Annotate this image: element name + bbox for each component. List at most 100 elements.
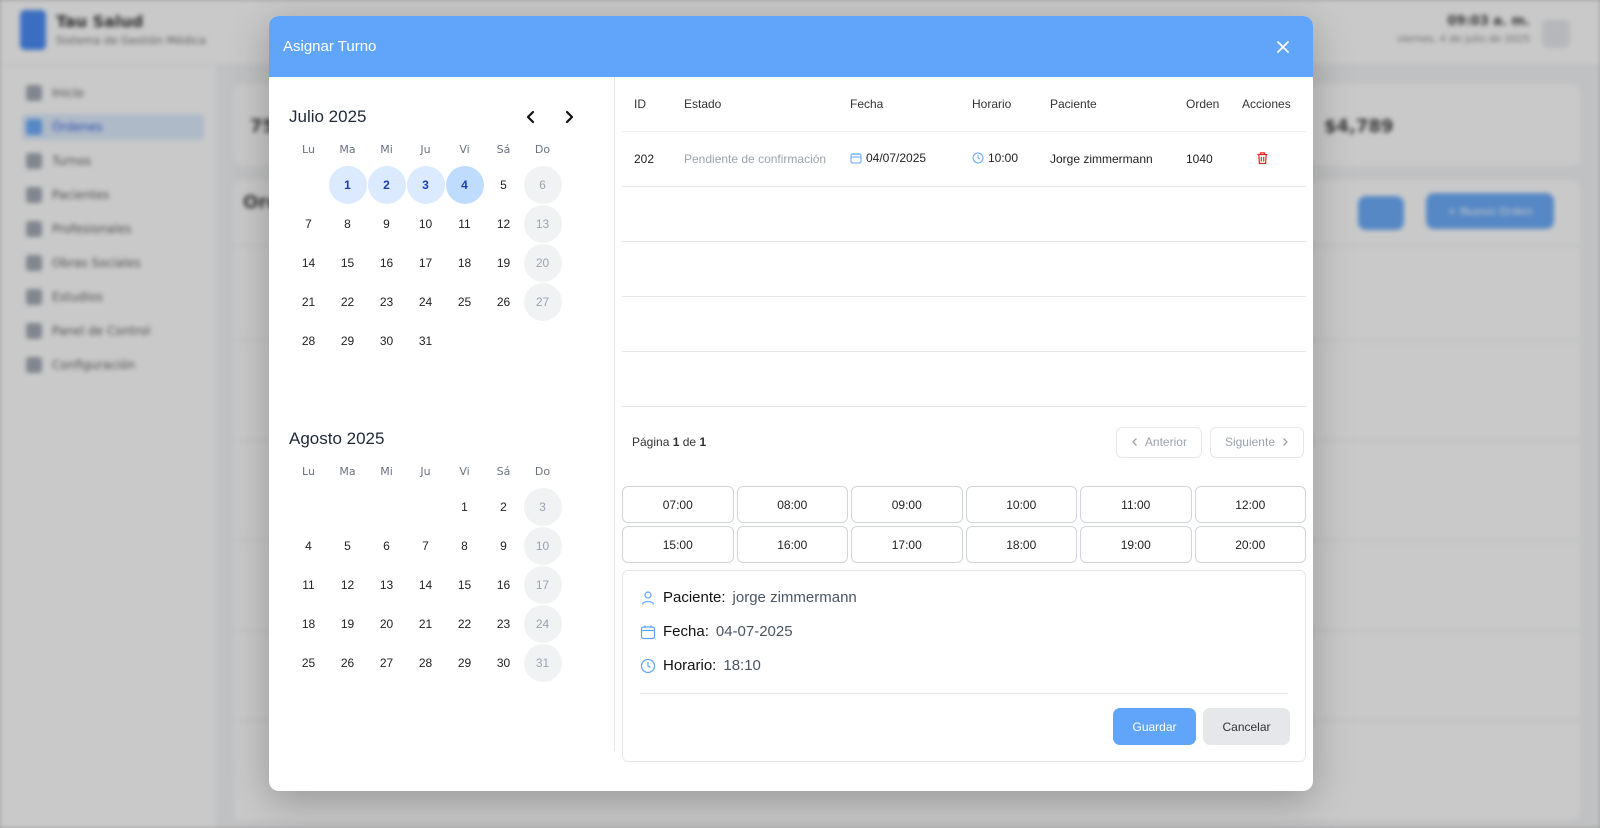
calendar-day[interactable]: 23 (484, 604, 523, 643)
calendar-day[interactable]: 15 (445, 565, 484, 604)
calendar-day[interactable]: 15 (328, 243, 367, 282)
calendar-day[interactable]: 22 (328, 282, 367, 321)
calendar-day-number: 11 (458, 216, 471, 231)
calendar-day[interactable]: 9 (367, 204, 406, 243)
prev-month-button[interactable] (521, 107, 541, 127)
time-slot-button[interactable]: 07:00 (622, 486, 734, 523)
calendar-day[interactable]: 8 (445, 526, 484, 565)
calendar-day[interactable]: 21 (406, 604, 445, 643)
calendar-day[interactable]: 25 (445, 282, 484, 321)
weekday-header: Lu Ma Mi Ju Vi Sá Do (289, 465, 579, 487)
calendar-day[interactable]: 14 (289, 243, 328, 282)
calendar-day[interactable]: 1 (328, 165, 367, 204)
calendar-day-number: 8 (461, 538, 468, 553)
time-slot-button[interactable]: 12:00 (1194, 486, 1306, 523)
calendar-day[interactable]: 6 (367, 526, 406, 565)
trash-icon (1257, 151, 1268, 164)
calendar-day[interactable]: 17 (406, 243, 445, 282)
clock-icon (640, 658, 656, 673)
next-page-button[interactable]: Siguiente (1209, 426, 1304, 458)
calendar-blank (406, 487, 445, 526)
prev-page-button[interactable]: Anterior (1115, 426, 1202, 458)
calendar-day[interactable]: 28 (289, 321, 328, 360)
calendar-day[interactable]: 10 (406, 204, 445, 243)
calendar-day[interactable]: 2 (367, 165, 406, 204)
calendar-day-number: 4 (305, 538, 312, 553)
calendar-day[interactable]: 5 (484, 165, 523, 204)
calendar-day-number: 26 (496, 294, 511, 309)
calendar-header: Agosto 2025 (289, 419, 579, 459)
calendar-day[interactable]: 1 (445, 487, 484, 526)
calendar-day[interactable]: 19 (328, 604, 367, 643)
time-slot-button[interactable]: 17:00 (851, 526, 963, 563)
calendar-day[interactable]: 18 (289, 604, 328, 643)
weekday-label: Ju (420, 143, 431, 156)
calendar-day[interactable]: 12 (328, 565, 367, 604)
chevron-left-icon (526, 110, 535, 124)
next-month-button[interactable] (559, 107, 579, 127)
close-button[interactable] (1271, 35, 1295, 59)
time-slot-button[interactable]: 09:00 (851, 486, 963, 523)
calendar-day[interactable]: 31 (406, 321, 445, 360)
calendar-day[interactable]: 23 (367, 282, 406, 321)
chevron-right-icon (1283, 438, 1288, 446)
cell-horario-text: 10:00 (988, 151, 1019, 165)
weekday-label: Ma (339, 143, 356, 156)
calendar-day[interactable]: 22 (445, 604, 484, 643)
time-slot-button[interactable]: 11:00 (1080, 486, 1192, 523)
calendar-day[interactable]: 8 (328, 204, 367, 243)
calendar-day[interactable]: 7 (406, 526, 445, 565)
calendar-day[interactable]: 12 (484, 204, 523, 243)
table-row[interactable]: 202 Pendiente de confirmación 04/07/2025… (622, 132, 1306, 187)
delete-button[interactable] (1256, 151, 1269, 165)
time-slot-button[interactable]: 16:00 (736, 526, 848, 563)
page-of: de (682, 435, 697, 449)
calendar-day[interactable]: 29 (445, 643, 484, 682)
save-button[interactable]: Guardar (1113, 708, 1196, 745)
cancel-button[interactable]: Cancelar (1203, 708, 1290, 745)
calendar-day[interactable]: 4 (289, 526, 328, 565)
calendar-day-number: 5 (344, 538, 351, 553)
col-header-fecha: Fecha (850, 97, 884, 111)
time-slot-button[interactable]: 20:00 (1194, 526, 1306, 563)
time-slot-button[interactable]: 15:00 (622, 526, 734, 563)
time-slot-button[interactable]: 19:00 (1080, 526, 1192, 563)
date-label: Fecha: (663, 623, 709, 640)
calendar-day[interactable]: 9 (484, 526, 523, 565)
calendar-pane: Julio 2025 Lu Ma Mi Ju Vi Sá Do 1 2 3 4 5 6 7 8 9 10 11 1… (269, 77, 615, 751)
calendar-day[interactable]: 2 (484, 487, 523, 526)
time-slot-button[interactable]: 10:00 (965, 486, 1077, 523)
calendar-day[interactable]: 3 (406, 165, 445, 204)
user-icon (641, 590, 655, 605)
calendar-day[interactable]: 24 (406, 282, 445, 321)
calendar-day[interactable]: 25 (289, 643, 328, 682)
calendar-day[interactable]: 18 (445, 243, 484, 282)
calendar-day[interactable]: 5 (328, 526, 367, 565)
calendar-day[interactable]: 11 (445, 204, 484, 243)
calendar-day[interactable]: 30 (367, 321, 406, 360)
calendar-day[interactable]: 4 (445, 165, 484, 204)
calendar-day-number: 13 (379, 577, 394, 592)
calendar-day[interactable]: 14 (406, 565, 445, 604)
calendar-day[interactable]: 26 (484, 282, 523, 321)
time-slot-button[interactable]: 08:00 (736, 486, 848, 523)
calendar-day[interactable]: 21 (289, 282, 328, 321)
calendar-day[interactable]: 7 (289, 204, 328, 243)
calendar-day-number: 24 (523, 604, 562, 643)
calendar-day[interactable]: 20 (367, 604, 406, 643)
calendar-day[interactable]: 29 (328, 321, 367, 360)
calendar-day[interactable]: 13 (367, 565, 406, 604)
pagination: Página 1 de 1 Anterior Siguiente (622, 422, 1306, 462)
calendar-day[interactable]: 26 (328, 643, 367, 682)
calendar-day[interactable]: 16 (484, 565, 523, 604)
calendar-day-number: 31 (523, 643, 562, 682)
weekday-label: Mi (380, 465, 393, 478)
time-slot-button[interactable]: 18:00 (965, 526, 1077, 563)
calendar-day[interactable]: 16 (367, 243, 406, 282)
calendar-blank (289, 165, 328, 204)
calendar-day[interactable]: 19 (484, 243, 523, 282)
calendar-day[interactable]: 27 (367, 643, 406, 682)
calendar-day[interactable]: 11 (289, 565, 328, 604)
calendar-day[interactable]: 28 (406, 643, 445, 682)
calendar-day[interactable]: 30 (484, 643, 523, 682)
